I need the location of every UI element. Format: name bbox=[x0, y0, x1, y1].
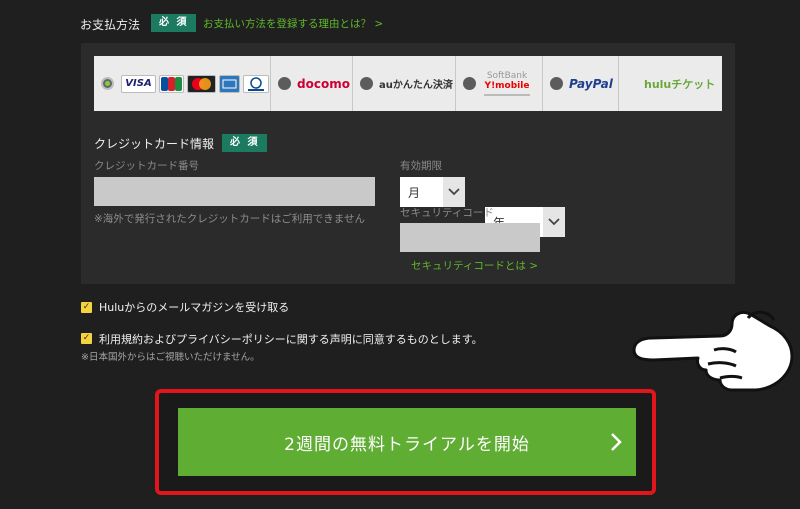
mastercard-logo-icon bbox=[187, 74, 216, 93]
required-badge: 必 須 bbox=[222, 134, 268, 152]
newsletter-label: Huluからのメールマガジンを受け取る bbox=[99, 301, 290, 314]
payment-method-label: お支払方法 bbox=[80, 18, 141, 32]
payment-method-selector: VISA docomo auかんたん決済 SoftBank Y!mobile P… bbox=[94, 56, 722, 111]
terms-checkbox[interactable]: ✓ bbox=[81, 333, 92, 344]
chevron-right-icon bbox=[611, 433, 622, 451]
au-payment-logo: auかんたん決済 bbox=[379, 80, 453, 91]
why-register-link[interactable]: お支払い方法を登録する理由とは？ > bbox=[203, 16, 383, 31]
pointing-hand-icon bbox=[632, 310, 794, 392]
payment-option-credit-card[interactable]: VISA bbox=[94, 56, 270, 111]
visa-logo-icon: VISA bbox=[121, 74, 156, 93]
region-note: ※日本国外からはご視聴いただけません。 bbox=[81, 352, 260, 363]
required-badge: 必 須 bbox=[151, 14, 197, 32]
diners-club-logo-icon bbox=[243, 74, 269, 93]
jcb-logo-icon bbox=[159, 74, 184, 93]
chevron-down-icon bbox=[443, 177, 465, 207]
card-number-label: クレジットカード番号 bbox=[94, 160, 199, 172]
radio-icon[interactable] bbox=[360, 77, 373, 90]
month-value: 月 bbox=[408, 185, 421, 200]
security-code-input[interactable] bbox=[400, 223, 540, 252]
expiry-label: 有効期限 bbox=[400, 160, 442, 172]
radio-icon[interactable] bbox=[463, 77, 476, 90]
terms-label: 利用規約およびプライバシーポリシーに関する声明に同意するものとします。 bbox=[99, 333, 483, 346]
security-code-label: セキュリティコード bbox=[400, 207, 494, 219]
softbank-label: SoftBank bbox=[486, 71, 528, 81]
chevron-down-icon bbox=[543, 207, 565, 237]
card-number-input[interactable] bbox=[94, 177, 375, 206]
payment-option-softbank[interactable]: SoftBank Y!mobile bbox=[456, 56, 542, 111]
card-brand-logos: VISA bbox=[121, 74, 269, 93]
payment-option-au[interactable]: auかんたん決済 bbox=[353, 56, 455, 111]
payment-option-docomo[interactable]: docomo bbox=[271, 56, 352, 111]
newsletter-checkbox[interactable]: ✓ bbox=[81, 302, 92, 313]
card-info-title: クレジットカード情報 bbox=[94, 137, 215, 151]
start-free-trial-button[interactable]: 2週間の無料トライアルを開始 bbox=[178, 408, 636, 476]
radio-icon[interactable] bbox=[278, 77, 291, 90]
paypal-logo: PayPal bbox=[569, 76, 613, 91]
ymobile-label: Y!mobile bbox=[484, 81, 530, 91]
docomo-logo: docomo bbox=[297, 76, 350, 91]
card-number-note: ※海外で発行されたクレジットカードはご利用できません bbox=[94, 213, 365, 225]
payment-option-hulu-ticket[interactable]: huluチケット bbox=[619, 56, 722, 111]
security-code-help-link[interactable]: セキュリティコードとは > bbox=[411, 258, 538, 273]
hulu-ticket-logo: huluチケット bbox=[644, 77, 716, 91]
payment-option-paypal[interactable]: PayPal bbox=[543, 56, 618, 111]
softbank-logo: SoftBank Y!mobile bbox=[484, 71, 530, 96]
softbank-fineprint bbox=[484, 94, 530, 96]
expiry-month-select[interactable]: 月 bbox=[400, 177, 465, 207]
radio-selected-icon[interactable] bbox=[101, 77, 114, 90]
start-free-trial-label: 2週間の無料トライアルを開始 bbox=[284, 434, 530, 455]
amex-logo-icon bbox=[219, 74, 240, 93]
radio-icon[interactable] bbox=[550, 77, 563, 90]
